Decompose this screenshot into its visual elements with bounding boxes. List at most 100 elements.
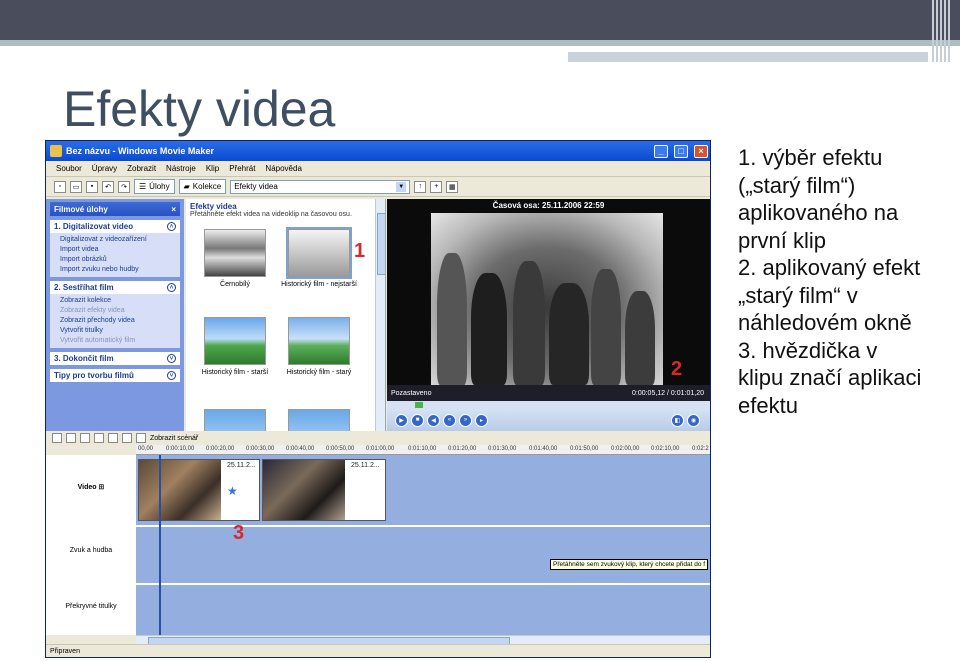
effect-item[interactable]: Historický film - starý (278, 317, 360, 376)
ruler-tick: 0:00:50,00 (326, 446, 355, 452)
play-timeline-icon[interactable] (122, 433, 132, 443)
tasks-label: Úlohy (149, 182, 170, 191)
menu-napoveda[interactable]: Nápověda (265, 164, 301, 173)
split-clip-icon[interactable]: ◧ (671, 413, 684, 427)
video-clip-2[interactable]: 25.11.2... (262, 459, 386, 521)
task-link[interactable]: Digitalizovat z videozařízení (60, 235, 170, 245)
maximize-button[interactable]: □ (674, 144, 688, 158)
zoom-in-icon[interactable] (80, 433, 90, 443)
collection-title: Efekty videa (190, 202, 237, 211)
ruler-tick: 00,00 (138, 446, 154, 452)
task-link[interactable]: Zobrazit kolekce (60, 296, 170, 306)
playback-controls: ▶ ■ ◀ « » ▸ ◧ ◉ (387, 409, 710, 431)
timeline-scrollbar[interactable] (136, 635, 710, 645)
collection-scrollbar[interactable] (375, 199, 385, 431)
play-icon[interactable]: ▶ (395, 413, 408, 427)
task-list-edit: Zobrazit kolekce Zobrazit efekty videa Z… (50, 294, 180, 348)
slide-top-stripe-short (568, 52, 928, 62)
effect-item[interactable]: Historický film - nejstarší (278, 227, 360, 288)
track-label-audio[interactable]: Zvuk a hudba (46, 547, 136, 554)
effect-thumbnail (286, 227, 352, 279)
tasks-button[interactable]: ☰ Úlohy (134, 179, 175, 194)
zoom-out-icon[interactable] (94, 433, 104, 443)
clip-thumbnail (263, 460, 345, 520)
menu-zobrazit[interactable]: Zobrazit (127, 164, 156, 173)
menu-nastroje[interactable]: Nástroje (166, 164, 196, 173)
previous-frame-icon[interactable]: ◀ (427, 413, 440, 427)
redo-icon[interactable]: ↷ (118, 180, 130, 193)
playhead[interactable] (159, 455, 161, 635)
status-bar: Připraven (46, 644, 710, 657)
monitor-header: Časová osa: 25.11.2006 22:59 (492, 201, 605, 210)
track-label-titles[interactable]: Překryvné titulky (46, 603, 136, 610)
close-button[interactable]: × (694, 144, 708, 158)
new-collection-icon[interactable]: + (430, 180, 443, 193)
save-icon[interactable]: ▪ (86, 180, 98, 193)
track-label-video[interactable]: Video ⊞ (46, 483, 136, 491)
marker-3: 3 (233, 522, 245, 544)
task-link[interactable]: Import zvuku nebo hudby (60, 265, 170, 275)
ruler-tick: 0:02:00,00 (611, 446, 640, 452)
show-storyboard-toggle[interactable]: Zobrazit scénář (150, 435, 198, 442)
chevron-up-icon: ˄ (167, 222, 176, 231)
ruler-tick: 0:01:30,00 (488, 446, 517, 452)
collections-button[interactable]: ▰ Kolekce (178, 179, 227, 194)
video-figure (437, 253, 467, 385)
expand-icon[interactable]: ⊞ (99, 484, 105, 491)
clip-label: 25.11.2... (227, 462, 256, 469)
timeline-tracks[interactable]: 25.11.2... ★ 25.11.2... Přetáhněte sem z… (136, 455, 710, 635)
open-folder-icon[interactable]: ▭ (70, 180, 82, 193)
stop-icon[interactable]: ■ (411, 413, 424, 427)
task-link[interactable]: Vytvořit automatický film (60, 336, 170, 346)
close-icon[interactable]: × (171, 205, 176, 214)
playback-seek-bar[interactable] (387, 401, 710, 409)
description-line: („starý film“) (738, 172, 856, 198)
slide-corner-lines (932, 0, 956, 62)
storyboard-icon[interactable] (136, 433, 146, 443)
set-audio-levels-icon[interactable] (52, 433, 62, 443)
task-link[interactable]: Import videa (60, 245, 170, 255)
task-section-edit[interactable]: 2. Sestříhat film ˄ (50, 281, 180, 294)
menu-soubor[interactable]: Soubor (56, 164, 82, 173)
video-clip-1[interactable]: 25.11.2... ★ (138, 459, 260, 521)
ruler-tick: 0:00:40,00 (286, 446, 315, 452)
task-link[interactable]: Zobrazit přechody videa (60, 316, 170, 326)
menu-klip[interactable]: Klip (206, 164, 219, 173)
menu-upravy[interactable]: Úpravy (92, 164, 117, 173)
window-title-bar[interactable]: Bez názvu - Windows Movie Maker _ □ × (46, 141, 710, 161)
effect-item[interactable]: Historický film - starší (194, 317, 276, 376)
effect-item[interactable]: Černobílý (194, 229, 276, 288)
drop-tooltip: Přetáhněte sem zvukový klip, který chcet… (550, 559, 709, 570)
task-link[interactable]: Zobrazit efekty videa (60, 306, 170, 316)
window-title: Bez názvu - Windows Movie Maker (66, 146, 214, 156)
ruler-tick: 0:01:20,00 (448, 446, 477, 452)
view-options-icon[interactable]: ▦ (446, 180, 459, 193)
effect-star-icon: ★ (227, 484, 238, 498)
video-figure (591, 269, 621, 385)
minimize-button[interactable]: _ (654, 144, 668, 158)
task-link[interactable]: Import obrázků (60, 255, 170, 265)
collection-select[interactable]: Efekty videa ▼ (230, 179, 411, 194)
effect-item[interactable] (278, 409, 360, 431)
ruler-tick: 0:01:50,00 (570, 446, 599, 452)
effect-item[interactable] (194, 409, 276, 431)
snapshot-icon[interactable]: ◉ (687, 413, 700, 427)
slide-top-stripe (0, 40, 960, 46)
narration-icon[interactable] (66, 433, 76, 443)
new-file-icon[interactable]: ▫ (54, 180, 66, 193)
monitor-status-bar: Pozastaveno 0:00:05,12 / 0:01:01,20 (387, 385, 710, 401)
menu-prehrat[interactable]: Přehrát (229, 164, 255, 173)
forward-icon[interactable]: » (459, 413, 472, 427)
up-folder-icon[interactable]: ↑ (414, 180, 427, 193)
next-frame-icon[interactable]: ▸ (475, 413, 488, 427)
task-section-capture[interactable]: 1. Digitalizovat video ˄ (50, 220, 180, 233)
undo-icon[interactable]: ↶ (102, 180, 114, 193)
task-section-tips[interactable]: Tipy pro tvorbu filmů ˅ (50, 369, 180, 382)
ruler-tick: 0:00:20,00 (206, 446, 235, 452)
video-figure (549, 283, 589, 385)
rewind-icon[interactable]: « (443, 413, 456, 427)
rewind-timeline-icon[interactable] (108, 433, 118, 443)
timeline-ruler[interactable]: 00,00 0:00:10,00 0:00:20,00 0:00:30,00 0… (136, 445, 710, 455)
task-section-finish[interactable]: 3. Dokončit film ˅ (50, 352, 180, 365)
task-link[interactable]: Vytvořit titulky (60, 326, 170, 336)
